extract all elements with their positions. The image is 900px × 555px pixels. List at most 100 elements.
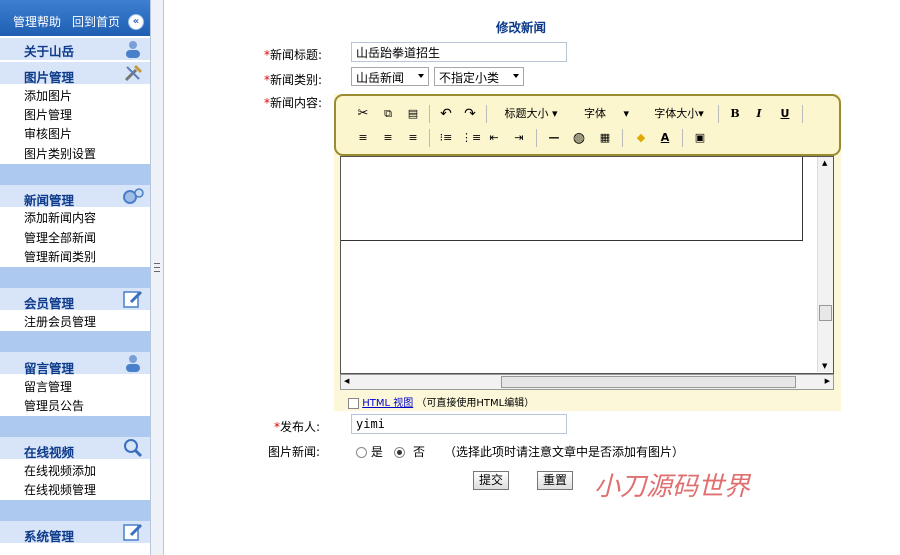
unordered-list-icon[interactable]: ⋮≡ (461, 129, 481, 147)
sidebar-item-manage-images[interactable]: 图片管理 (24, 106, 72, 123)
cut-icon[interactable]: ✂ (354, 105, 372, 123)
heading-size-label: 标题大小 (504, 107, 549, 120)
highlight-color-icon[interactable]: ◆ (632, 129, 650, 147)
section-title: 关于山岳 (24, 44, 75, 59)
home-link[interactable]: 回到首页 (72, 13, 120, 30)
underline-button[interactable]: U (776, 105, 794, 123)
toolbar-separator (802, 105, 803, 123)
news-title-input[interactable] (351, 42, 567, 62)
editor-content-area[interactable]: ▲ ▼ (340, 156, 834, 374)
radio-no[interactable] (394, 447, 406, 458)
sidebar-splitter[interactable] (150, 0, 164, 555)
font-size-label: 字体大小 (654, 107, 699, 120)
html-view-toggle: HTML 视图 （可直接使用HTML编辑） (348, 394, 534, 409)
horizontal-scrollbar[interactable]: ◀ ▶ (340, 374, 834, 390)
section-title: 会员管理 (24, 296, 75, 311)
reset-button[interactable]: 重置 (537, 471, 573, 490)
app-window: 管理帮助 回到首页 « 关于山岳 图片管理 添加图片 图片管理 审核图片 图片类… (0, 0, 900, 555)
category-select[interactable]: 山岳新闻 (351, 67, 429, 86)
editor-toolbar: ✂ ⧉ ▤ ↶ ↷ 标题大小 ▾ 字体 ▾ 字体大小▾ B I U ≡ ≡ ≡ (334, 94, 841, 156)
category-label: *新闻类别: (264, 71, 322, 88)
sidebar-item-manage-video[interactable]: 在线视频管理 (24, 481, 96, 498)
image-news-label: 图片新闻: (268, 445, 321, 459)
font-size-dropdown[interactable]: 字体大小▾ (646, 105, 712, 123)
scroll-right-icon[interactable]: ▶ (825, 377, 830, 385)
sidebar-divider (0, 500, 150, 521)
sidebar-item-add-news[interactable]: 添加新闻内容 (24, 209, 96, 226)
sidebar-item-add-video[interactable]: 在线视频添加 (24, 462, 96, 479)
undo-icon[interactable]: ↶ (437, 105, 455, 123)
sidebar-item-messages[interactable]: 留言管理 (24, 378, 72, 395)
font-family-dropdown[interactable]: 字体 ▾ (584, 105, 640, 123)
sidebar-section-images[interactable]: 图片管理 (0, 62, 150, 85)
sidebar-section-system[interactable]: 系统管理 (0, 521, 150, 544)
author-label-text: 发布人: (280, 420, 321, 434)
section-title: 系统管理 (24, 529, 75, 544)
font-color-icon[interactable]: A (656, 129, 674, 147)
splitter-grip-icon (154, 263, 160, 272)
indent-icon[interactable]: ⇥ (510, 129, 528, 147)
insert-image-icon[interactable]: ▣ (690, 129, 710, 147)
sidebar-divider (0, 164, 150, 185)
author-input[interactable] (351, 414, 567, 434)
scroll-left-icon[interactable]: ◀ (344, 377, 349, 385)
sidebar-section-news[interactable]: 新闻管理 (0, 185, 150, 208)
copy-icon[interactable]: ⧉ (379, 105, 397, 123)
person-icon (126, 355, 140, 372)
sidebar-item-add-image[interactable]: 添加图片 (24, 87, 72, 104)
sidebar: 管理帮助 回到首页 « 关于山岳 图片管理 添加图片 图片管理 审核图片 图片类… (0, 0, 150, 555)
align-right-icon[interactable]: ≡ (404, 129, 422, 147)
image-news-radio-group: 是 否 （选择此项时请注意文章中是否添加有图片） (356, 443, 684, 460)
sidebar-divider (0, 416, 150, 437)
toolbar-separator (622, 129, 623, 147)
vertical-scrollbar[interactable]: ▲ ▼ (817, 157, 833, 372)
sidebar-item-registered-members[interactable]: 注册会员管理 (24, 313, 96, 330)
html-view-hint: （可直接使用HTML编辑） (416, 398, 535, 409)
scroll-down-icon[interactable]: ▼ (822, 362, 827, 370)
radio-yes[interactable] (356, 447, 367, 458)
sidebar-item-news-categories[interactable]: 管理新闻类别 (24, 248, 96, 265)
paste-icon[interactable]: ▤ (404, 105, 422, 123)
align-center-icon[interactable]: ≡ (379, 129, 397, 147)
scrollbar-thumb[interactable] (501, 376, 796, 388)
heading-size-dropdown[interactable]: 标题大小 ▾ (496, 105, 566, 123)
scroll-up-icon[interactable]: ▲ (822, 159, 827, 167)
html-view-link[interactable]: HTML 视图 (362, 398, 413, 409)
html-view-checkbox[interactable] (348, 397, 359, 409)
sidebar-divider (0, 331, 150, 352)
sidebar-section-about[interactable]: 关于山岳 (0, 38, 150, 60)
ordered-list-icon[interactable]: ⁝≡ (437, 129, 455, 147)
toolbar-separator (486, 105, 487, 123)
sidebar-section-messages[interactable]: 留言管理 (0, 352, 150, 376)
sidebar-item-image-categories[interactable]: 图片类别设置 (24, 145, 96, 162)
help-link[interactable]: 管理帮助 (13, 13, 61, 30)
table-icon[interactable]: ▦ (596, 129, 614, 147)
sidebar-item-manage-all-news[interactable]: 管理全部新闻 (24, 229, 96, 246)
toolbar-separator (682, 129, 683, 147)
sidebar-section-video[interactable]: 在线视频 (0, 437, 150, 460)
category-select-value: 山岳新闻 (356, 71, 405, 85)
collapse-sidebar-button[interactable]: « (128, 14, 144, 30)
sidebar-item-review-images[interactable]: 审核图片 (24, 125, 72, 142)
outdent-icon[interactable]: ⇤ (485, 129, 503, 147)
sidebar-header: 管理帮助 回到首页 « (0, 0, 150, 36)
bold-button[interactable]: B (726, 105, 744, 123)
link-globe-icon[interactable]: ◍ (570, 129, 588, 147)
watermark-text: 小刀源码世界 (594, 472, 751, 502)
title-label: *新闻标题: (264, 46, 322, 63)
submit-button[interactable]: 提交 (473, 471, 509, 490)
subcategory-select-value: 不指定小类 (439, 71, 500, 85)
content-label: *新闻内容: (264, 94, 322, 111)
subcategory-select[interactable]: 不指定小类 (434, 67, 524, 86)
horizontal-rule-icon[interactable]: — (545, 129, 563, 147)
sidebar-section-members[interactable]: 会员管理 (0, 288, 150, 311)
align-left-icon[interactable]: ≡ (354, 129, 372, 147)
title-label-text: 新闻标题: (270, 48, 323, 62)
sidebar-item-admin-notice[interactable]: 管理员公告 (24, 397, 84, 414)
redo-icon[interactable]: ↷ (461, 105, 479, 123)
italic-button[interactable]: I (750, 105, 768, 123)
scrollbar-thumb[interactable] (819, 305, 832, 321)
toolbar-separator (429, 129, 430, 147)
person-icon (126, 41, 140, 58)
rich-text-editor: ✂ ⧉ ▤ ↶ ↷ 标题大小 ▾ 字体 ▾ 字体大小▾ B I U ≡ ≡ ≡ (334, 94, 841, 411)
